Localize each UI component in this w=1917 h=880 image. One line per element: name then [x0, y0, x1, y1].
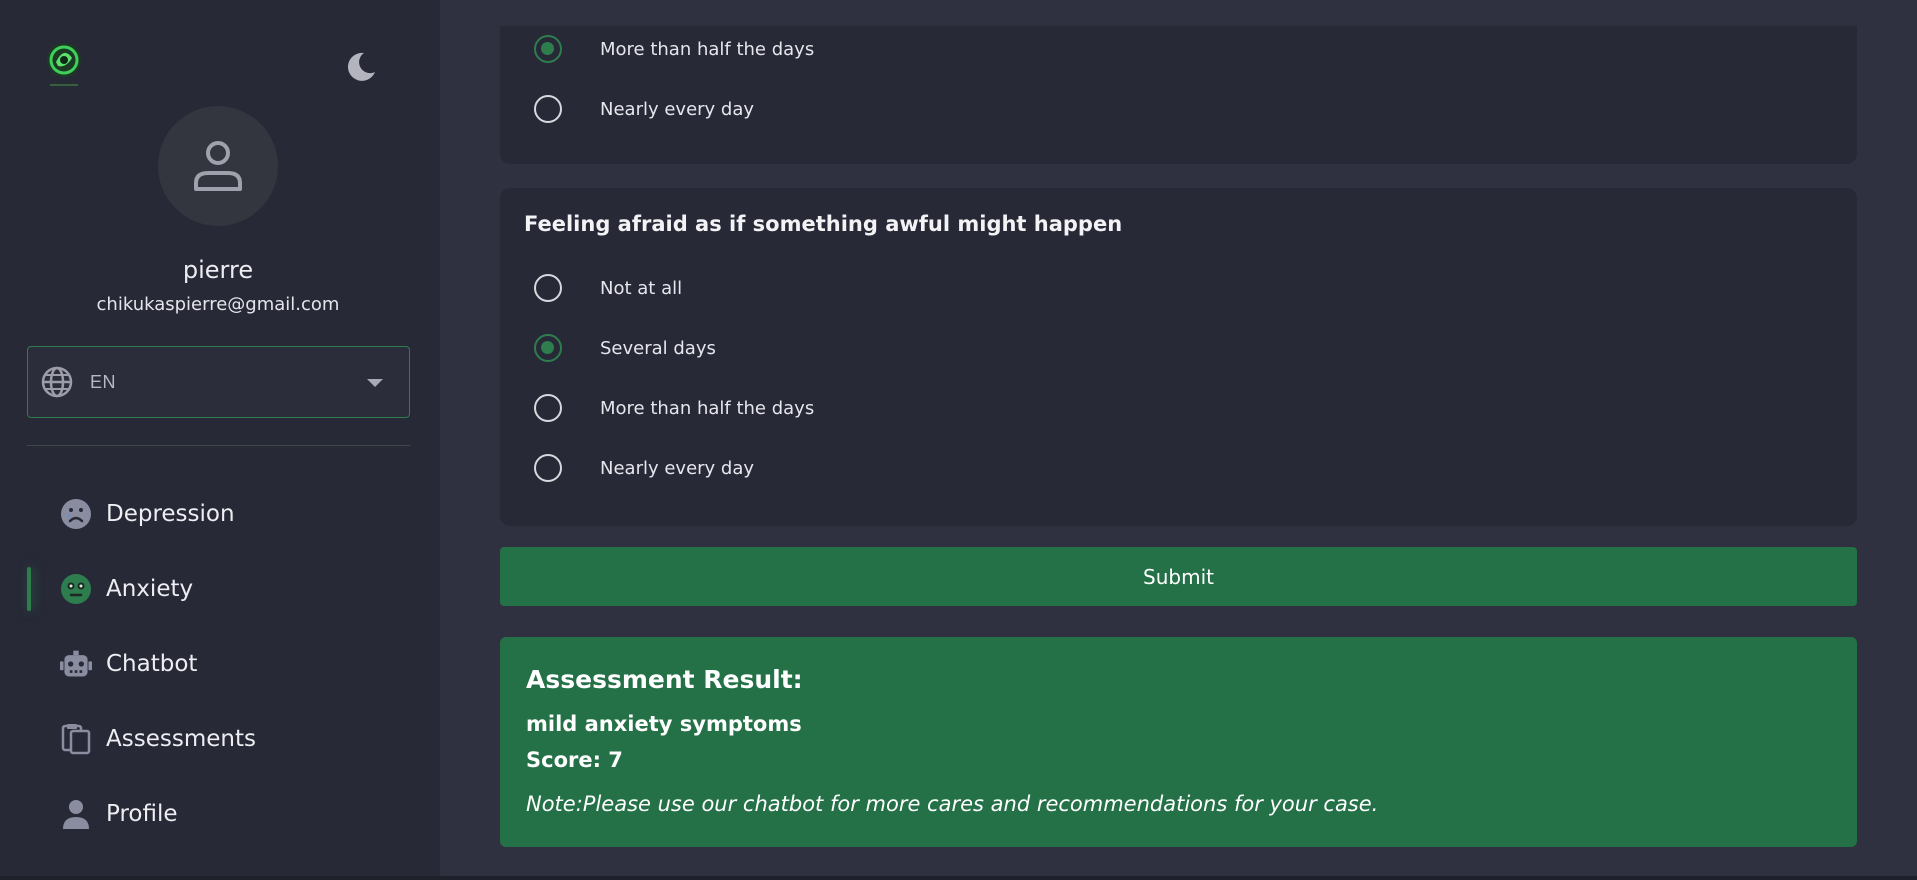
option-more-than-half[interactable]: More than half the days	[534, 29, 814, 69]
sidebar-nav: Depression Anxiety Chatbot Assessments P…	[27, 476, 410, 876]
sidebar-item-assessments[interactable]: Assessments	[27, 701, 410, 776]
radio-button[interactable]	[534, 274, 562, 302]
option-label: More than half the days	[600, 38, 815, 60]
option-more-than-half[interactable]: More than half the days	[534, 388, 814, 428]
question-card: Feeling afraid as if something awful mig…	[500, 188, 1857, 526]
language-value: EN	[90, 371, 117, 392]
option-label: Nearly every day	[600, 98, 755, 120]
option-label: More than half the days	[600, 397, 815, 419]
result-level: mild anxiety symptoms	[526, 712, 802, 736]
option-several-days[interactable]: Several days	[534, 328, 716, 368]
sidebar-divider	[27, 445, 410, 446]
sidebar-item-label: Depression	[106, 500, 235, 527]
anxious-face-icon	[60, 573, 92, 605]
sad-face-icon	[60, 498, 92, 530]
sidebar-item-label: Profile	[106, 800, 178, 827]
radio-button[interactable]	[534, 334, 562, 362]
option-nearly-every-day[interactable]: Nearly every day	[534, 448, 754, 488]
user-email: chikukaspierre@gmail.com	[96, 294, 340, 315]
option-nearly-every-day[interactable]: Nearly every day	[534, 89, 754, 129]
app-logo[interactable]	[44, 40, 84, 94]
robot-icon	[60, 648, 92, 680]
radio-button[interactable]	[534, 95, 562, 123]
person-outline-icon	[194, 141, 242, 191]
sidebar-item-depression[interactable]: Depression	[27, 476, 410, 551]
moon-icon[interactable]	[344, 50, 378, 84]
radio-button[interactable]	[534, 394, 562, 422]
sidebar-item-label: Assessments	[106, 725, 256, 752]
partial-icon	[60, 855, 92, 876]
radio-button[interactable]	[534, 454, 562, 482]
submit-button[interactable]: Submit	[500, 547, 1857, 606]
result-heading: Assessment Result:	[526, 665, 803, 694]
result-score: Score: 7	[526, 748, 623, 772]
option-not-at-all[interactable]: Not at all	[534, 268, 682, 308]
radio-button[interactable]	[534, 35, 562, 63]
option-label: Not at all	[600, 277, 683, 299]
globe-icon	[40, 365, 74, 399]
question-title: Feeling afraid as if something awful mig…	[524, 212, 1123, 236]
result-note: Note:Please use our chatbot for more car…	[526, 792, 1379, 816]
main-content: More than half the days Nearly every day…	[440, 0, 1917, 876]
bottom-edge	[0, 876, 1917, 880]
option-label: Nearly every day	[600, 457, 755, 479]
sidebar-item-anxiety[interactable]: Anxiety	[27, 551, 410, 626]
person-icon	[60, 798, 92, 830]
sidebar-item-chatbot[interactable]: Chatbot	[27, 626, 410, 701]
sidebar: pierre chikukaspierre@gmail.com EN Depre…	[0, 0, 440, 876]
avatar[interactable]	[158, 106, 278, 226]
sidebar-item-label: Chatbot	[106, 650, 198, 677]
clipboard-icon	[60, 723, 92, 755]
language-select[interactable]: EN	[27, 346, 410, 418]
question-card-previous: More than half the days Nearly every day	[500, 26, 1857, 164]
sidebar-item-label: Anxiety	[106, 575, 194, 602]
sidebar-item-more[interactable]	[27, 851, 410, 876]
chevron-down-icon	[367, 379, 383, 387]
sidebar-item-profile[interactable]: Profile	[27, 776, 410, 851]
option-label: Several days	[600, 337, 716, 359]
assessment-result: Assessment Result: mild anxiety symptoms…	[500, 637, 1857, 847]
user-name: pierre	[182, 256, 254, 284]
